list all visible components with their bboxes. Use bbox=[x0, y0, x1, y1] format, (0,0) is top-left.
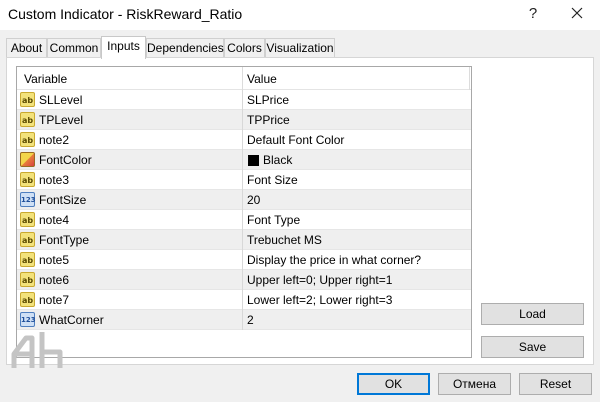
table-row[interactable]: ab FontType Trebuchet MS bbox=[17, 230, 471, 250]
variable-name: note6 bbox=[39, 273, 70, 287]
variable-value[interactable]: Default Font Color bbox=[247, 133, 344, 147]
grid-header: Variable Value bbox=[17, 67, 471, 90]
table-row[interactable]: 123 WhatCorner 2 bbox=[17, 310, 471, 330]
tab-inputs[interactable]: Inputs bbox=[101, 36, 146, 59]
cell-divider bbox=[242, 110, 243, 130]
variable-name: note5 bbox=[39, 253, 70, 267]
table-row[interactable]: ab note4 Font Type bbox=[17, 210, 471, 230]
string-type-icon: ab bbox=[20, 212, 35, 227]
variable-name: TPLevel bbox=[39, 113, 84, 127]
window-title: Custom Indicator - RiskReward_Ratio bbox=[8, 6, 243, 22]
integer-type-icon: 123 bbox=[20, 312, 36, 327]
tab-dependencies[interactable]: Dependencies bbox=[146, 38, 224, 58]
string-type-icon: ab bbox=[20, 292, 35, 307]
column-divider-end bbox=[469, 67, 470, 90]
variable-value[interactable]: Font Size bbox=[247, 173, 298, 187]
variable-value[interactable]: Lower left=2; Lower right=3 bbox=[247, 293, 392, 307]
variable-name: note3 bbox=[39, 173, 70, 187]
color-swatch[interactable] bbox=[248, 155, 259, 166]
string-type-icon: ab bbox=[20, 172, 35, 187]
title-bar: Custom Indicator - RiskReward_Ratio ? bbox=[0, 0, 600, 30]
cancel-button[interactable]: Отмена bbox=[438, 373, 511, 395]
string-type-icon: ab bbox=[20, 132, 35, 147]
string-type-icon: ab bbox=[20, 252, 35, 267]
table-row[interactable]: ab SLLevel SLPrice bbox=[17, 90, 471, 110]
table-row[interactable]: FontColor Black bbox=[17, 150, 471, 170]
variable-name: SLLevel bbox=[39, 93, 83, 107]
table-row[interactable]: ab note3 Font Size bbox=[17, 170, 471, 190]
variable-name: WhatCorner bbox=[39, 313, 104, 327]
cell-divider bbox=[242, 90, 243, 110]
variable-value[interactable]: TPPrice bbox=[247, 113, 290, 127]
load-button[interactable]: Load bbox=[481, 303, 584, 325]
variable-name: FontSize bbox=[39, 193, 87, 207]
cell-divider bbox=[242, 250, 243, 270]
variable-value[interactable]: 20 bbox=[247, 193, 260, 207]
variable-value[interactable]: 2 bbox=[247, 313, 254, 327]
table-row[interactable]: ab note5 Display the price in what corne… bbox=[17, 250, 471, 270]
close-button[interactable] bbox=[563, 3, 591, 25]
cell-divider bbox=[242, 190, 243, 210]
tab-about[interactable]: About bbox=[6, 38, 47, 58]
save-button[interactable]: Save bbox=[481, 336, 584, 358]
string-type-icon: ab bbox=[20, 112, 35, 127]
variable-name: note7 bbox=[39, 293, 70, 307]
variable-name: FontType bbox=[39, 233, 90, 247]
cell-divider bbox=[242, 230, 243, 250]
ok-button[interactable]: OK bbox=[357, 373, 430, 395]
column-divider[interactable] bbox=[242, 67, 243, 90]
column-header-variable[interactable]: Variable bbox=[24, 72, 67, 86]
table-row[interactable]: ab note2 Default Font Color bbox=[17, 130, 471, 150]
color-type-icon bbox=[20, 152, 35, 167]
tab-common[interactable]: Common bbox=[47, 38, 101, 58]
variable-value[interactable]: Display the price in what corner? bbox=[247, 253, 421, 267]
cell-divider bbox=[242, 290, 243, 310]
variable-value[interactable]: Trebuchet MS bbox=[247, 233, 322, 247]
variable-name: note4 bbox=[39, 213, 70, 227]
variable-value[interactable]: Font Type bbox=[247, 213, 300, 227]
tab-visualization[interactable]: Visualization bbox=[265, 38, 335, 58]
table-row[interactable]: ab note6 Upper left=0; Upper right=1 bbox=[17, 270, 471, 290]
cell-divider bbox=[242, 170, 243, 190]
string-type-icon: ab bbox=[20, 272, 35, 287]
string-type-icon: ab bbox=[20, 232, 35, 247]
string-type-icon: ab bbox=[20, 92, 35, 107]
variable-value[interactable]: Black bbox=[263, 153, 292, 167]
table-row[interactable]: ab TPLevel TPPrice bbox=[17, 110, 471, 130]
column-header-value[interactable]: Value bbox=[247, 72, 277, 86]
integer-type-icon: 123 bbox=[20, 192, 36, 207]
inputs-grid: Variable Value ab SLLevel SLPrice ab TPL… bbox=[16, 66, 472, 358]
cell-divider bbox=[242, 270, 243, 290]
reset-button[interactable]: Reset bbox=[519, 373, 592, 395]
cell-divider bbox=[242, 210, 243, 230]
cell-divider bbox=[242, 130, 243, 150]
tab-colors[interactable]: Colors bbox=[224, 38, 265, 58]
table-row[interactable]: 123 FontSize 20 bbox=[17, 190, 471, 210]
watermark-logo-icon bbox=[11, 332, 63, 368]
cell-divider bbox=[242, 150, 243, 170]
variable-value[interactable]: SLPrice bbox=[247, 93, 289, 107]
variable-name: FontColor bbox=[39, 153, 92, 167]
close-icon bbox=[571, 7, 583, 19]
variable-name: note2 bbox=[39, 133, 70, 147]
variable-value[interactable]: Upper left=0; Upper right=1 bbox=[247, 273, 392, 287]
table-row[interactable]: ab note7 Lower left=2; Lower right=3 bbox=[17, 290, 471, 310]
cell-divider bbox=[242, 310, 243, 330]
help-button[interactable]: ? bbox=[520, 3, 546, 25]
